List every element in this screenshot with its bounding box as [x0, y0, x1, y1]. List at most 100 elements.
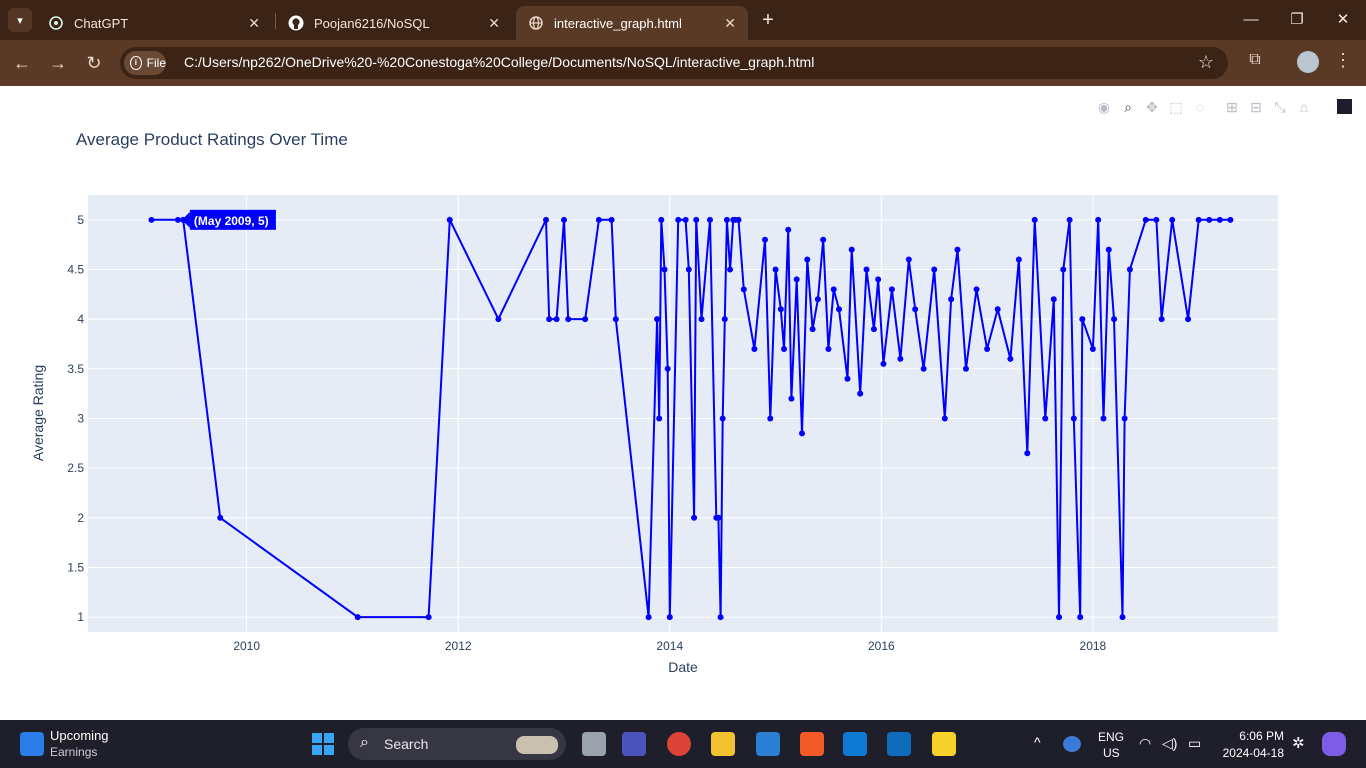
extensions-puzzle-icon[interactable]: ⧉ [1244, 51, 1266, 73]
data-point[interactable] [984, 345, 991, 352]
data-point[interactable] [1126, 266, 1133, 273]
back-arrow-icon[interactable]: ← [10, 51, 34, 75]
data-point[interactable] [723, 216, 730, 223]
onedrive-icon[interactable] [1063, 736, 1081, 752]
data-point[interactable] [1169, 216, 1176, 223]
data-point[interactable] [582, 316, 589, 323]
data-point[interactable] [848, 246, 855, 253]
chevron-up-icon[interactable]: ^ [1034, 734, 1041, 750]
data-point[interactable] [897, 355, 904, 362]
data-point[interactable] [1100, 415, 1107, 422]
data-point[interactable] [1158, 316, 1165, 323]
data-point[interactable] [715, 514, 722, 521]
data-point[interactable] [217, 514, 224, 521]
browser-menu-icon[interactable]: ⋮ [1334, 50, 1352, 71]
data-point[interactable] [1216, 216, 1223, 223]
data-point[interactable] [767, 415, 774, 422]
data-point[interactable] [857, 390, 864, 397]
data-point[interactable] [706, 216, 713, 223]
data-point[interactable] [1060, 266, 1067, 273]
data-point[interactable] [661, 266, 668, 273]
data-point[interactable] [565, 316, 572, 323]
data-point[interactable] [751, 345, 758, 352]
data-point[interactable] [1119, 614, 1126, 621]
data-point[interactable] [888, 286, 895, 293]
data-point[interactable] [830, 286, 837, 293]
data-point[interactable] [698, 316, 705, 323]
data-point[interactable] [693, 216, 700, 223]
reload-icon[interactable]: ↻ [82, 51, 106, 75]
windows-start-icon[interactable] [311, 732, 335, 756]
brave-icon[interactable] [800, 732, 824, 756]
data-point[interactable] [543, 216, 550, 223]
notifications-gear-icon[interactable]: ✲ [1292, 734, 1305, 752]
clock-date[interactable]: 2024-04-18 [1212, 746, 1284, 760]
data-point[interactable] [820, 236, 827, 243]
data-point[interactable] [1007, 355, 1014, 362]
data-point[interactable] [727, 266, 734, 273]
data-point[interactable] [788, 395, 795, 402]
data-point[interactable] [721, 316, 728, 323]
close-tab-icon[interactable]: ✕ [488, 15, 500, 32]
data-point[interactable] [654, 316, 661, 323]
address-bar[interactable]: i File C:/Users/np262/OneDrive%20-%20Con… [120, 47, 1228, 79]
volume-icon[interactable]: ◁) [1162, 735, 1177, 752]
data-point[interactable] [656, 415, 663, 422]
data-point[interactable] [1227, 216, 1234, 223]
data-point[interactable] [912, 306, 919, 313]
data-point[interactable] [814, 296, 821, 303]
restore-icon[interactable]: ❐ [1285, 8, 1309, 32]
data-point[interactable] [785, 226, 792, 233]
data-point[interactable] [717, 614, 724, 621]
clock-time[interactable]: 6:06 PM [1222, 729, 1284, 743]
data-point[interactable] [495, 316, 502, 323]
vscode-icon[interactable] [843, 732, 867, 756]
data-point[interactable] [1015, 256, 1022, 263]
data-point[interactable] [1105, 246, 1112, 253]
data-point[interactable] [546, 316, 553, 323]
data-point[interactable] [880, 360, 887, 367]
data-point[interactable] [612, 316, 619, 323]
data-point[interactable] [553, 316, 560, 323]
tab-search-button[interactable]: ▾ [8, 8, 32, 32]
data-point[interactable] [772, 266, 779, 273]
chrome-icon[interactable] [667, 732, 691, 756]
tab-github[interactable]: Poojan6216/NoSQL ✕ [276, 6, 512, 40]
data-point[interactable] [1111, 316, 1118, 323]
data-point[interactable] [174, 216, 181, 223]
tab-interactive-graph[interactable]: interactive_graph.html ✕ [516, 6, 748, 40]
new-tab-button[interactable]: + [758, 8, 778, 32]
data-point[interactable] [1142, 216, 1149, 223]
data-point[interactable] [1089, 345, 1096, 352]
tab-chatgpt[interactable]: ChatGPT ✕ [36, 6, 272, 40]
data-point[interactable] [905, 256, 912, 263]
data-point[interactable] [825, 345, 832, 352]
close-tab-icon[interactable]: ✕ [724, 15, 736, 32]
data-point[interactable] [1095, 216, 1102, 223]
language-primary[interactable]: ENG [1098, 730, 1124, 744]
data-point[interactable] [875, 276, 882, 283]
data-point[interactable] [658, 216, 665, 223]
data-point[interactable] [735, 216, 742, 223]
data-point[interactable] [664, 365, 671, 372]
data-point[interactable] [719, 415, 726, 422]
data-point[interactable] [931, 266, 938, 273]
data-point[interactable] [1079, 316, 1086, 323]
data-point[interactable] [740, 286, 747, 293]
data-point[interactable] [799, 430, 805, 437]
data-point[interactable] [870, 326, 877, 333]
data-point[interactable] [1066, 216, 1073, 223]
data-point[interactable] [682, 216, 689, 223]
data-point[interactable] [1195, 216, 1202, 223]
teams-icon[interactable] [622, 732, 646, 756]
data-point[interactable] [920, 365, 927, 372]
data-point[interactable] [1070, 415, 1077, 422]
data-point[interactable] [608, 216, 615, 223]
minimize-icon[interactable]: — [1239, 8, 1263, 32]
data-point[interactable] [962, 365, 969, 372]
data-point[interactable] [1024, 450, 1031, 457]
data-point[interactable] [809, 326, 816, 333]
data-point[interactable] [804, 256, 811, 263]
data-point[interactable] [354, 614, 361, 621]
data-point[interactable] [1050, 296, 1057, 303]
